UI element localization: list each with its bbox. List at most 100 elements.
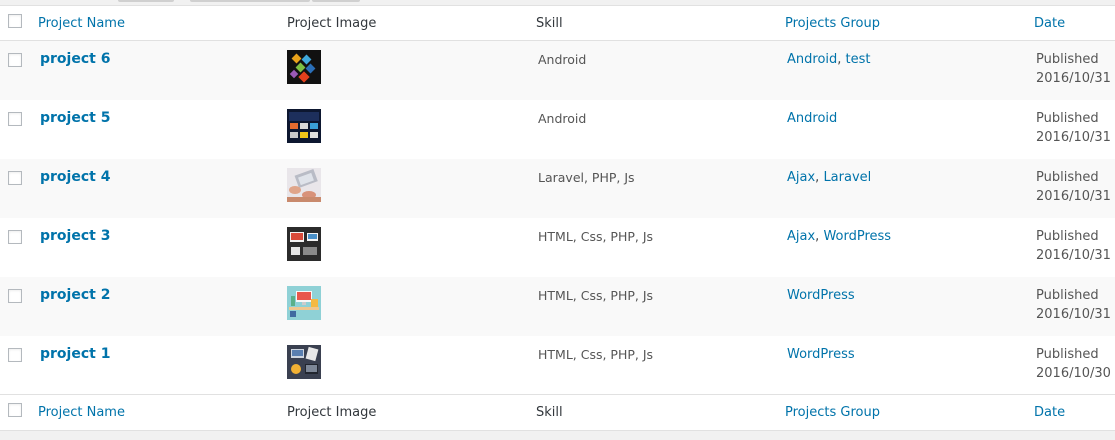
- colorful-cubes-thumbnail[interactable]: [287, 50, 321, 84]
- status-text: Published: [1036, 346, 1099, 362]
- status-text: Published: [1036, 52, 1099, 67]
- table-row: project 2 HTML, Css, PHP, Js WordPress Publ…: [0, 276, 1115, 336]
- table-row: project 1 HTML, Css, PHP, Js WordPress Publ…: [0, 335, 1115, 395]
- toolbar-button-edge[interactable]: [118, 0, 174, 2]
- row-select-cell: [0, 277, 32, 336]
- project-group-link[interactable]: Android: [787, 111, 837, 126]
- row-select-cell: [0, 41, 32, 100]
- date-cell: Published 2016/10/30: [1028, 336, 1115, 395]
- publish-date: 2016/10/31: [1036, 247, 1111, 263]
- column-label-image-footer: Project Image: [287, 404, 377, 420]
- project-title-link[interactable]: project 5: [40, 110, 110, 126]
- row-select-cell: [0, 218, 32, 277]
- group-separator: ,: [837, 52, 846, 67]
- row-select-checkbox[interactable]: [8, 170, 22, 185]
- publish-date: 2016/10/31: [1036, 129, 1111, 145]
- skill-cell: Android: [530, 100, 779, 159]
- sort-by-date-link-footer[interactable]: Date: [1034, 405, 1065, 420]
- column-header-name: Project Name: [32, 6, 281, 41]
- skill-text: Laravel, PHP, Js: [538, 169, 635, 185]
- flat-workspace-thumbnail[interactable]: [287, 285, 321, 320]
- project-image-cell: [281, 336, 530, 395]
- sort-by-name-link[interactable]: Project Name: [38, 16, 125, 31]
- project-image-cell: [281, 218, 530, 277]
- project-group-link[interactable]: Ajax: [787, 229, 815, 244]
- app-screens-thumbnail[interactable]: [287, 108, 321, 143]
- project-title-link[interactable]: project 3: [40, 228, 110, 244]
- project-group-link[interactable]: Android: [787, 52, 837, 67]
- row-select-checkbox[interactable]: [8, 347, 22, 362]
- projects-group-cell: Ajax, Laravel: [779, 159, 1028, 218]
- select-all-checkbox-footer[interactable]: [8, 403, 22, 417]
- row-select-cell: [0, 100, 32, 159]
- dark-workspace-thumbnail[interactable]: [287, 344, 321, 379]
- projects-group-cell: Ajax, WordPress: [779, 218, 1028, 277]
- row-select-checkbox[interactable]: [8, 288, 22, 303]
- laptop-hands-thumbnail[interactable]: [287, 167, 321, 202]
- project-title-link[interactable]: project 2: [40, 287, 110, 303]
- table-row: project 4 Laravel, PHP, Js Ajax, Laravel Pu…: [0, 158, 1115, 218]
- projects-table: Project Name Project Image Skill Project…: [0, 5, 1115, 431]
- project-name-cell: project 2: [32, 277, 281, 336]
- table-footer-row: Project Name Project Image Skill Project…: [0, 394, 1115, 429]
- column-label-skill-footer: Skill: [536, 404, 563, 420]
- toolbar-select-edge[interactable]: [190, 0, 310, 2]
- project-title-link[interactable]: project 1: [40, 346, 110, 362]
- skill-text: Android: [538, 110, 587, 126]
- publish-date: 2016/10/31: [1036, 71, 1111, 86]
- desk-devices-thumbnail[interactable]: [287, 226, 321, 261]
- date-cell: Published 2016/10/31: [1028, 41, 1115, 100]
- date-cell: Published 2016/10/31: [1028, 100, 1115, 159]
- select-all-cell: [0, 6, 32, 41]
- project-group-link[interactable]: WordPress: [787, 288, 855, 303]
- project-image-cell: [281, 41, 530, 100]
- date-cell: Published 2016/10/31: [1028, 159, 1115, 218]
- skill-text: Android: [538, 52, 587, 67]
- project-name-cell: project 1: [32, 336, 281, 395]
- status-text: Published: [1036, 110, 1099, 126]
- project-image-cell: [281, 277, 530, 336]
- projects-group-cell: WordPress: [779, 336, 1028, 395]
- column-header-image: Project Image: [281, 6, 530, 41]
- sort-by-group-link[interactable]: Projects Group: [785, 16, 880, 31]
- skill-cell: HTML, Css, PHP, Js: [530, 218, 779, 277]
- date-cell: Published 2016/10/31: [1028, 277, 1115, 336]
- project-group-link[interactable]: WordPress: [787, 347, 855, 362]
- sort-by-group-link-footer[interactable]: Projects Group: [785, 405, 880, 420]
- skill-text: HTML, Css, PHP, Js: [538, 287, 654, 303]
- column-header-skill: Skill: [530, 6, 779, 41]
- row-select-checkbox[interactable]: [8, 53, 22, 67]
- row-select-checkbox[interactable]: [8, 229, 22, 244]
- sort-by-date-link[interactable]: Date: [1034, 16, 1065, 31]
- row-select-cell: [0, 159, 32, 218]
- table-row: project 6 Android Android, test Published 20…: [0, 40, 1115, 100]
- publish-date: 2016/10/30: [1036, 365, 1111, 381]
- projects-group-cell: WordPress: [779, 277, 1028, 336]
- column-label-image: Project Image: [287, 15, 377, 31]
- column-footer-date: Date: [1028, 394, 1115, 429]
- project-group-link[interactable]: Ajax: [787, 170, 815, 185]
- project-title-link[interactable]: project 4: [40, 169, 110, 185]
- publish-date: 2016/10/31: [1036, 306, 1111, 322]
- select-all-checkbox[interactable]: [8, 14, 22, 28]
- project-name-cell: project 3: [32, 218, 281, 277]
- project-image-cell: [281, 100, 530, 159]
- sort-by-name-link-footer[interactable]: Project Name: [38, 405, 125, 420]
- toolbar-filter-edge[interactable]: [312, 0, 360, 2]
- publish-date: 2016/10/31: [1036, 188, 1111, 204]
- project-image-cell: [281, 159, 530, 218]
- column-footer-group: Projects Group: [779, 394, 1028, 429]
- skill-cell: HTML, Css, PHP, Js: [530, 277, 779, 336]
- column-footer-image: Project Image: [281, 394, 530, 429]
- row-select-checkbox[interactable]: [8, 111, 22, 126]
- project-title-link[interactable]: project 6: [40, 51, 110, 67]
- table-row: project 5 Android Android Published 2016/10/…: [0, 99, 1115, 159]
- project-group-link[interactable]: WordPress: [823, 229, 891, 244]
- row-select-cell: [0, 336, 32, 395]
- skill-cell: Android: [530, 41, 779, 100]
- project-group-link[interactable]: test: [846, 52, 871, 67]
- column-footer-name: Project Name: [32, 394, 281, 429]
- status-text: Published: [1036, 287, 1099, 303]
- project-name-cell: project 5: [32, 100, 281, 159]
- project-group-link[interactable]: Laravel: [823, 170, 871, 185]
